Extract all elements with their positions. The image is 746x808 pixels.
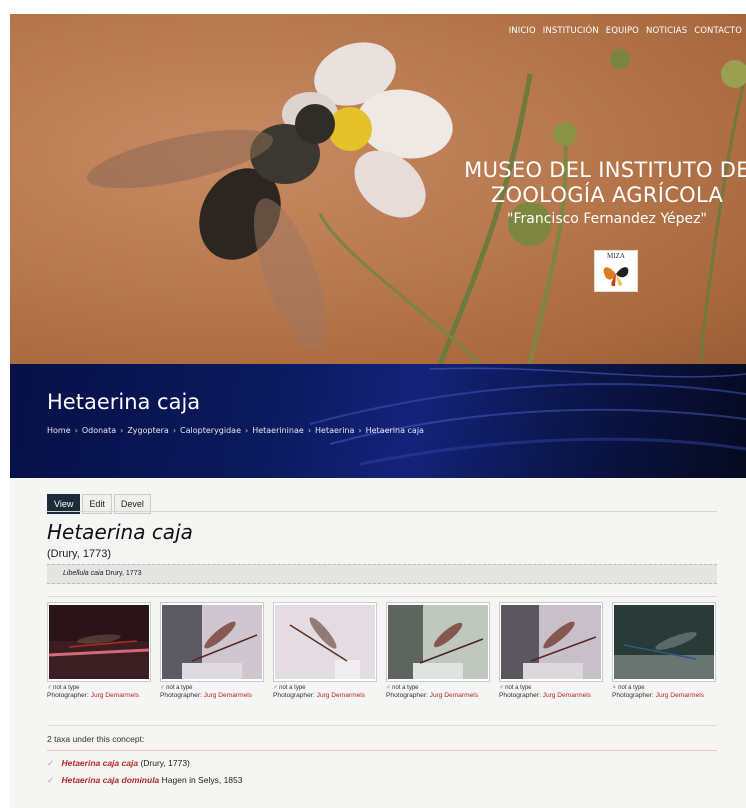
- check-icon: ✓: [47, 775, 55, 785]
- divider: [47, 750, 717, 751]
- divider: [47, 511, 717, 512]
- gallery-image[interactable]: [273, 602, 377, 682]
- photographer-label: Photographer:: [273, 692, 315, 699]
- gallery-image[interactable]: [47, 602, 151, 682]
- taxon-author: (Drury, 1773): [140, 758, 190, 768]
- photographer-credit: Photographer: Jurg Demarmels: [499, 692, 603, 699]
- synonym-name: Libellula caia: [63, 570, 104, 577]
- damselfly-photo: [388, 605, 488, 679]
- list-item: ✓ Hetaerina caja caja (Drury, 1773): [47, 758, 242, 769]
- photographer-credit: Photographer: Jurg Demarmels: [386, 692, 490, 699]
- gallery-item: ♂ not a type Photographer: Jurg Demarmel…: [386, 602, 490, 699]
- damselfly-photo: [501, 605, 601, 679]
- header-background: [309, 367, 746, 466]
- specimen-sex: ♀ not a type: [612, 685, 645, 691]
- page-header: Hetaerina caja Home › Odonata › Zygoptera › Ca…: [10, 364, 746, 478]
- breadcrumb-zygoptera[interactable]: Zygoptera: [127, 426, 169, 435]
- breadcrumb-odonata[interactable]: Odonata: [82, 426, 116, 435]
- species-name: Hetaerina caja: [47, 520, 193, 544]
- nav-inicio[interactable]: INICIO: [509, 26, 536, 36]
- photographer-credit: Photographer: Jurg Demarmels: [273, 692, 377, 699]
- breadcrumb-home[interactable]: Home: [47, 426, 71, 435]
- taxon-link[interactable]: Hetaerina caja caja: [62, 758, 139, 768]
- photographer-credit: Photographer: Jurg Demarmels: [47, 692, 151, 699]
- taxon-link[interactable]: Hetaerina caja dominula: [62, 775, 160, 785]
- breadcrumb-separator: ›: [74, 426, 78, 435]
- logo-text: MIZA: [607, 252, 625, 260]
- photographer-link[interactable]: Jurg Demarmels: [430, 692, 478, 699]
- damselfly-photo: [49, 605, 149, 679]
- gallery-item: ♂ not a type Photographer: Jurg Demarmel…: [47, 602, 151, 699]
- synonym-row: Libellula caia Drury, 1773: [47, 564, 717, 584]
- specimen-sex: ♂ not a type: [273, 685, 306, 691]
- gallery-image[interactable]: [499, 602, 603, 682]
- breadcrumb-separator: ›: [307, 426, 312, 435]
- specimen-sex: ♂ not a type: [386, 685, 419, 691]
- photographer-link[interactable]: Jurg Demarmels: [204, 692, 252, 699]
- specimen-sex: ♂ not a type: [160, 685, 193, 691]
- site-title-line2: ZOOLOGÍA AGRÍCOLA: [490, 183, 724, 207]
- photographer-label: Photographer:: [499, 692, 541, 699]
- gallery-item: ♀ not a type Photographer: Jurg Demarmel…: [612, 602, 716, 699]
- image-gallery: ♂ not a type Photographer: Jurg Demarmel…: [47, 602, 716, 699]
- breadcrumb-separator: ›: [120, 426, 124, 435]
- photographer-label: Photographer:: [47, 692, 89, 699]
- nav-noticias[interactable]: NOTICIAS: [646, 26, 687, 36]
- photographer-credit: Photographer: Jurg Demarmels: [160, 692, 264, 699]
- breadcrumb-separator: ›: [358, 426, 362, 435]
- miza-logo[interactable]: MIZA: [594, 250, 638, 292]
- breadcrumb-current: Hetaerina caja: [365, 426, 424, 435]
- specimen-sex: ♂ not a type: [499, 685, 532, 691]
- breadcrumb-separator: ›: [172, 426, 177, 435]
- damselfly-photo: [614, 605, 714, 679]
- breadcrumb-hetaerininae[interactable]: Hetaerininae: [252, 426, 304, 435]
- breadcrumb: Home › Odonata › Zygoptera › Calopterygidae › He…: [47, 426, 424, 435]
- photographer-link[interactable]: Jurg Demarmels: [656, 692, 704, 699]
- gallery-image[interactable]: [612, 602, 716, 682]
- divider: [47, 725, 717, 726]
- top-navigation: INICIO INSTITUCIÓN EQUIPO NOTICIAS CONTA…: [509, 26, 742, 36]
- list-item: ✓ Hetaerina caja dominula Hagen in Selys…: [47, 775, 242, 786]
- photographer-label: Photographer:: [160, 692, 202, 699]
- species-author: (Drury, 1773): [47, 548, 111, 560]
- check-icon: ✓: [47, 758, 55, 768]
- photographer-credit: Photographer: Jurg Demarmels: [612, 692, 716, 699]
- breadcrumb-hetaerina[interactable]: Hetaerina: [315, 426, 354, 435]
- site-title-line1: MUSEO DEL INSTITUTO DE: [464, 158, 746, 182]
- site-subtitle: "Francisco Fernandez Yépez": [507, 211, 707, 227]
- taxon-author: Hagen in Selys, 1853: [161, 775, 243, 785]
- specimen-sex: ♂ not a type: [47, 685, 80, 691]
- taxa-count: 2 taxa under this concept:: [47, 734, 145, 744]
- gallery-image[interactable]: [386, 602, 490, 682]
- page-title: Hetaerina caja: [47, 390, 201, 414]
- taxa-list: ✓ Hetaerina caja caja (Drury, 1773) ✓ He…: [47, 758, 242, 792]
- photographer-link[interactable]: Jurg Demarmels: [317, 692, 365, 699]
- photographer-label: Photographer:: [612, 692, 654, 699]
- nav-institucion[interactable]: INSTITUCIÓN: [543, 26, 599, 36]
- photographer-link[interactable]: Jurg Demarmels: [91, 692, 139, 699]
- hero-banner: INICIO INSTITUCIÓN EQUIPO NOTICIAS CONTA…: [10, 14, 746, 364]
- breadcrumb-calopterygidae[interactable]: Calopterygidae: [180, 426, 241, 435]
- butterfly-icon: [603, 267, 629, 287]
- nav-contacto[interactable]: CONTACTO: [694, 26, 742, 36]
- nav-equipo[interactable]: EQUIPO: [606, 26, 639, 36]
- gallery-item: ♂ not a type Photographer: Jurg Demarmel…: [499, 602, 603, 699]
- gallery-image[interactable]: [160, 602, 264, 682]
- gallery-item: ♂ not a type Photographer: Jurg Demarmel…: [273, 602, 377, 699]
- breadcrumb-separator: ›: [245, 426, 249, 435]
- divider: [47, 596, 717, 597]
- gallery-item: ♂ not a type Photographer: Jurg Demarmel…: [160, 602, 264, 699]
- main-content: View Edit Devel Hetaerina caja (Drury, 1…: [10, 478, 746, 808]
- damselfly-photo: [162, 605, 262, 679]
- damselfly-photo: [275, 605, 375, 679]
- photographer-label: Photographer:: [386, 692, 428, 699]
- synonym-author: Drury, 1773: [105, 570, 142, 577]
- photographer-link[interactable]: Jurg Demarmels: [543, 692, 591, 699]
- site-title: MUSEO DEL INSTITUTO DE ZOOLOGÍA AGRÍCOLA…: [462, 158, 746, 227]
